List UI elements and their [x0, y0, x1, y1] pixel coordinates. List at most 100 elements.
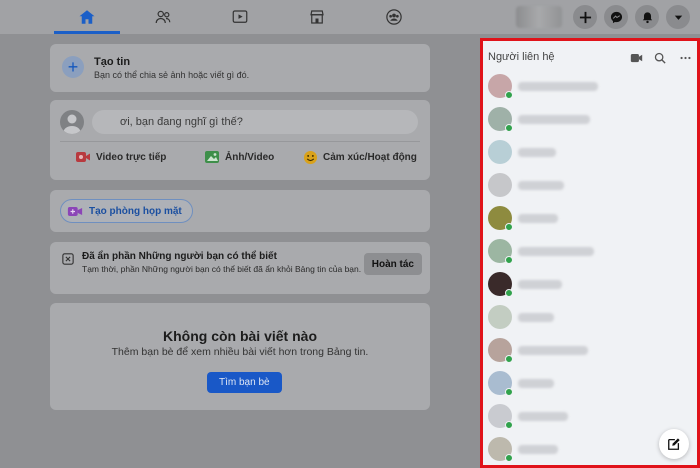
create-room-card: Tạo phòng họp mặt — [50, 190, 430, 232]
photo-video-label: Ảnh/Video — [225, 151, 275, 163]
contact-item[interactable] — [488, 269, 688, 299]
plus-icon: + — [62, 56, 84, 78]
contacts-title: Người liên hệ — [488, 51, 555, 63]
contact-name-redacted — [518, 444, 558, 454]
contact-name-redacted — [518, 180, 564, 190]
notifications-button[interactable] — [635, 5, 659, 29]
ellipsis-icon — [679, 56, 691, 60]
avatar — [488, 74, 513, 99]
user-silhouette-icon — [63, 114, 81, 134]
notice-body: Tạm thời, phần Những người bạn có thể bi… — [82, 264, 362, 274]
avatar — [488, 404, 513, 429]
account-menu-button[interactable] — [666, 5, 690, 29]
photo-video-button[interactable]: Ảnh/Video — [204, 150, 274, 164]
contact-item[interactable] — [488, 104, 688, 134]
more-options-button[interactable] — [678, 51, 692, 65]
online-status-dot — [505, 289, 513, 297]
create-button[interactable] — [573, 5, 597, 29]
profile-shortcut[interactable] — [516, 6, 562, 28]
bell-icon — [642, 11, 652, 23]
contact-item[interactable] — [488, 71, 688, 101]
hide-box-icon — [62, 253, 74, 265]
avatar — [488, 107, 513, 132]
avatar — [488, 173, 512, 197]
avatar — [488, 140, 512, 164]
avatar[interactable] — [60, 110, 84, 134]
empty-feed-title: Không còn bài viết nào — [162, 328, 317, 344]
chevron-down-icon — [674, 15, 682, 20]
contact-item[interactable] — [488, 137, 688, 167]
new-room-button[interactable] — [629, 51, 643, 65]
online-status-dot — [505, 388, 513, 396]
live-video-button[interactable]: Video trực tiếp — [75, 150, 166, 164]
online-status-dot — [505, 223, 513, 231]
contact-name-redacted — [518, 81, 598, 91]
search-icon — [654, 52, 666, 64]
search-contacts-button[interactable] — [653, 51, 667, 65]
feeling-activity-button[interactable]: Cảm xúc/Hoạt động — [302, 150, 417, 164]
contact-item[interactable] — [488, 335, 688, 365]
contact-item[interactable] — [488, 203, 688, 233]
online-status-dot — [505, 124, 513, 132]
contact-item[interactable] — [488, 170, 688, 200]
online-status-dot — [505, 421, 513, 429]
create-story-title: Tạo tin — [94, 56, 131, 68]
avatar — [488, 305, 512, 329]
contact-item[interactable] — [488, 302, 688, 332]
marketplace-icon — [310, 10, 324, 24]
live-video-label: Video trực tiếp — [96, 151, 167, 163]
online-status-dot — [505, 454, 513, 462]
contact-item[interactable] — [488, 236, 688, 266]
tab-marketplace[interactable] — [282, 0, 352, 34]
contact-name-redacted — [518, 345, 588, 355]
contact-name-redacted — [518, 378, 554, 388]
tab-watch[interactable] — [205, 0, 275, 34]
contact-name-redacted — [518, 312, 554, 322]
online-status-dot — [505, 355, 513, 363]
avatar — [488, 338, 513, 363]
top-navigation-bar — [0, 0, 700, 34]
video-room-icon — [67, 206, 83, 216]
avatar — [488, 206, 513, 231]
find-friends-button[interactable]: Tìm bạn bè — [207, 372, 282, 393]
avatar — [488, 239, 513, 264]
friends-icon — [155, 10, 171, 24]
tab-friends[interactable] — [128, 0, 198, 34]
messenger-button[interactable] — [604, 5, 628, 29]
contacts-panel: Người liên hệ — [480, 38, 700, 468]
live-video-icon — [75, 150, 91, 164]
messenger-icon — [610, 11, 622, 23]
new-message-button[interactable] — [659, 429, 689, 459]
feeling-activity-label: Cảm xúc/Hoạt động — [323, 151, 417, 163]
online-status-dot — [505, 91, 513, 99]
create-room-label: Tạo phòng họp mặt — [89, 205, 182, 217]
undo-button[interactable]: Hoàn tác — [363, 253, 422, 275]
avatar — [488, 371, 513, 396]
watch-icon — [232, 10, 248, 23]
avatar — [488, 272, 513, 297]
contact-item[interactable] — [488, 434, 688, 464]
smiley-icon — [302, 150, 318, 164]
avatar — [488, 437, 513, 462]
tab-home[interactable] — [52, 0, 122, 34]
contact-item[interactable] — [488, 368, 688, 398]
create-story-card[interactable]: + Tạo tin Bạn có thể chia sẻ ảnh hoặc vi… — [50, 44, 430, 92]
contact-name-redacted — [518, 147, 556, 157]
create-story-subtitle: Bạn có thể chia sẻ ảnh hoặc viết gì đó. — [94, 70, 250, 80]
empty-feed-card: Không còn bài viết nào Thêm bạn bè để xe… — [50, 303, 430, 410]
online-status-dot — [505, 256, 513, 264]
create-room-button[interactable]: Tạo phòng họp mặt — [60, 199, 193, 223]
notice-title: Đã ẩn phần Những người bạn có thể biết — [82, 251, 277, 262]
post-composer-card: ơi, bạn đang nghĩ gì thế? Video trực tiế… — [50, 100, 430, 180]
contact-name-redacted — [518, 279, 562, 289]
plus-icon — [579, 11, 591, 23]
home-icon — [79, 10, 95, 24]
contact-item[interactable] — [488, 401, 688, 431]
photo-icon — [204, 150, 220, 164]
hidden-section-notice: Đã ẩn phần Những người bạn có thể biết T… — [50, 242, 430, 294]
contact-name-redacted — [518, 114, 590, 124]
tab-groups[interactable] — [359, 0, 429, 34]
divider — [60, 141, 420, 142]
composer-input[interactable]: ơi, bạn đang nghĩ gì thế? — [92, 110, 418, 134]
empty-feed-subtitle: Thêm bạn bè để xem nhiều bài viết hơn tr… — [111, 346, 369, 358]
